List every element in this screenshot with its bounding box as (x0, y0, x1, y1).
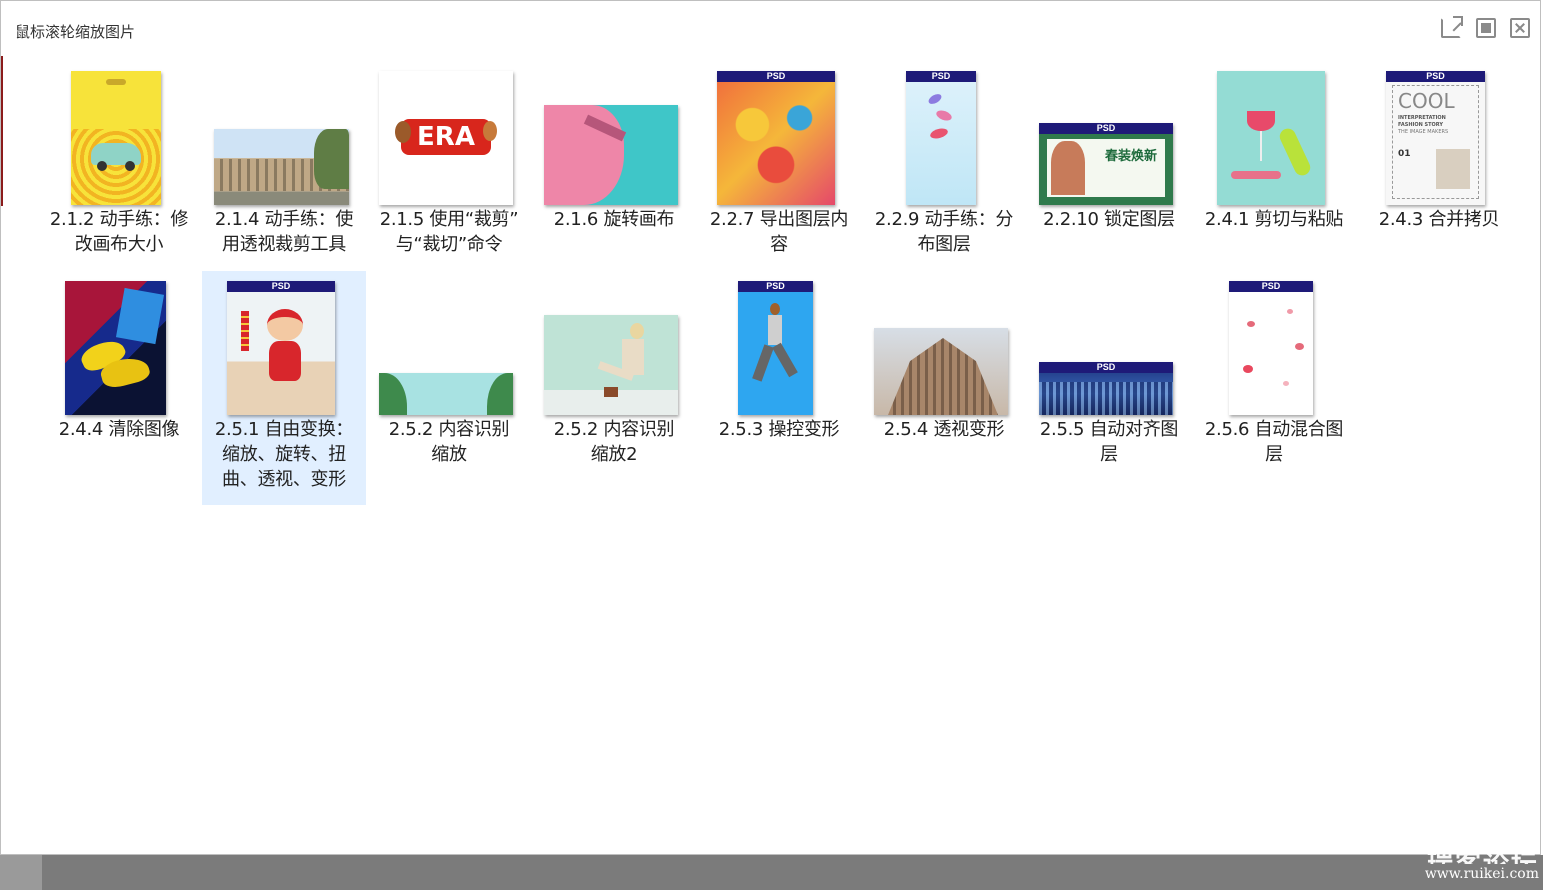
file-item[interactable]: PSD 春装焕新 2.2.10 锁定图层 (1027, 61, 1191, 271)
file-item[interactable]: 2.1.6 旋转画布 (532, 61, 696, 271)
file-label: 2.5.4 透视变形 (883, 419, 1005, 440)
watermark-text: 瑞客论坛 (1427, 844, 1539, 864)
taskbar (0, 855, 1543, 890)
file-thumbnail: PSD (1027, 271, 1191, 419)
restore-icon[interactable] (1476, 18, 1496, 38)
file-label: 2.5.3 操控变形 (718, 419, 840, 440)
file-label: 2.5.2 内容识别 缩放 (388, 419, 510, 465)
file-thumbnail: PSD (202, 271, 366, 419)
file-label: 2.4.3 合并拷贝 (1378, 209, 1500, 230)
file-label: 2.1.6 旋转画布 (553, 209, 675, 230)
file-item[interactable]: PSD 2.5.3 操控变形 (697, 271, 861, 505)
file-thumbnail: PSD (1192, 271, 1356, 419)
file-thumbnail (37, 61, 201, 209)
file-thumbnail (532, 271, 696, 419)
file-thumbnail: ERA (367, 61, 531, 209)
file-item[interactable]: 2.4.1 剪切与粘贴 (1192, 61, 1356, 271)
window-title: 鼠标滚轮缩放图片 (15, 23, 136, 41)
file-thumbnail: PSD 春装焕新 (1027, 61, 1191, 209)
file-thumbnail (37, 271, 201, 419)
file-label: 2.5.1 自由变换： 缩放、旋转、扭 曲、透视、变形 (214, 419, 354, 490)
file-thumbnail (532, 61, 696, 209)
popout-icon[interactable] (1441, 16, 1463, 38)
file-thumbnail (862, 271, 1026, 419)
file-item[interactable]: 2.1.4 动手练：使 用透视裁剪工具 (202, 61, 366, 271)
file-item[interactable]: PSD COOL INTERPRETATION FASHION STORY TH… (1357, 61, 1521, 271)
file-item[interactable]: PSD 2.2.7 导出图层内容 (697, 61, 861, 271)
file-thumbnail: PSD COOL INTERPRETATION FASHION STORY TH… (1357, 61, 1521, 209)
watermark-url: www.ruikei.com (1424, 866, 1539, 882)
file-thumbnail: PSD (697, 61, 861, 209)
file-label: 2.5.6 自动混合图层 (1204, 419, 1344, 465)
image-viewer-window: 鼠标滚轮缩放图片 2.1.2 动手练：修 改画布大小 2.1.4 动手练：使 用透 (0, 0, 1541, 855)
file-thumbnail: PSD (862, 61, 1026, 209)
file-label: 2.4.4 清除图像 (58, 419, 180, 440)
file-item[interactable]: 2.4.4 清除图像 (37, 271, 201, 505)
file-item[interactable]: 2.5.4 透视变形 (862, 271, 1026, 505)
file-item[interactable]: 2.5.2 内容识别 缩放 (367, 271, 531, 505)
file-label: 2.2.10 锁定图层 (1043, 209, 1175, 230)
taskbar-tab[interactable] (0, 855, 42, 890)
file-label: 2.4.1 剪切与粘贴 (1204, 209, 1344, 230)
file-item[interactable]: PSD 2.5.6 自动混合图层 (1192, 271, 1356, 505)
file-thumbnail: PSD (697, 271, 861, 419)
file-thumbnail (1192, 61, 1356, 209)
window-edge-accent (1, 56, 3, 206)
file-thumbnail (367, 271, 531, 419)
file-label: 2.1.2 动手练：修 改画布大小 (49, 209, 189, 255)
file-item[interactable]: 2.1.2 动手练：修 改画布大小 (37, 61, 201, 271)
file-item[interactable]: ERA 2.1.5 使用“裁剪” 与“裁切”命令 (367, 61, 531, 271)
file-thumbnail (202, 61, 366, 209)
close-icon[interactable] (1510, 18, 1530, 38)
file-item[interactable]: PSD 2.2.9 动手练：分 布图层 (862, 61, 1026, 271)
file-item-selected[interactable]: PSD 2.5.1 自由变换： 缩放、旋转、扭 曲、透视、变形 (202, 271, 366, 505)
file-label: 2.2.7 导出图层内容 (709, 209, 849, 255)
file-label: 2.5.2 内容识别 缩放2 (553, 419, 675, 465)
file-label: 2.5.5 自动对齐图层 (1039, 419, 1179, 465)
file-label: 2.1.4 动手练：使 用透视裁剪工具 (214, 209, 354, 255)
file-label: 2.2.9 动手练：分 布图层 (874, 209, 1014, 255)
file-item[interactable]: 2.5.2 内容识别 缩放2 (532, 271, 696, 505)
file-item[interactable]: PSD 2.5.5 自动对齐图层 (1027, 271, 1191, 505)
file-label: 2.1.5 使用“裁剪” 与“裁切”命令 (379, 209, 519, 255)
